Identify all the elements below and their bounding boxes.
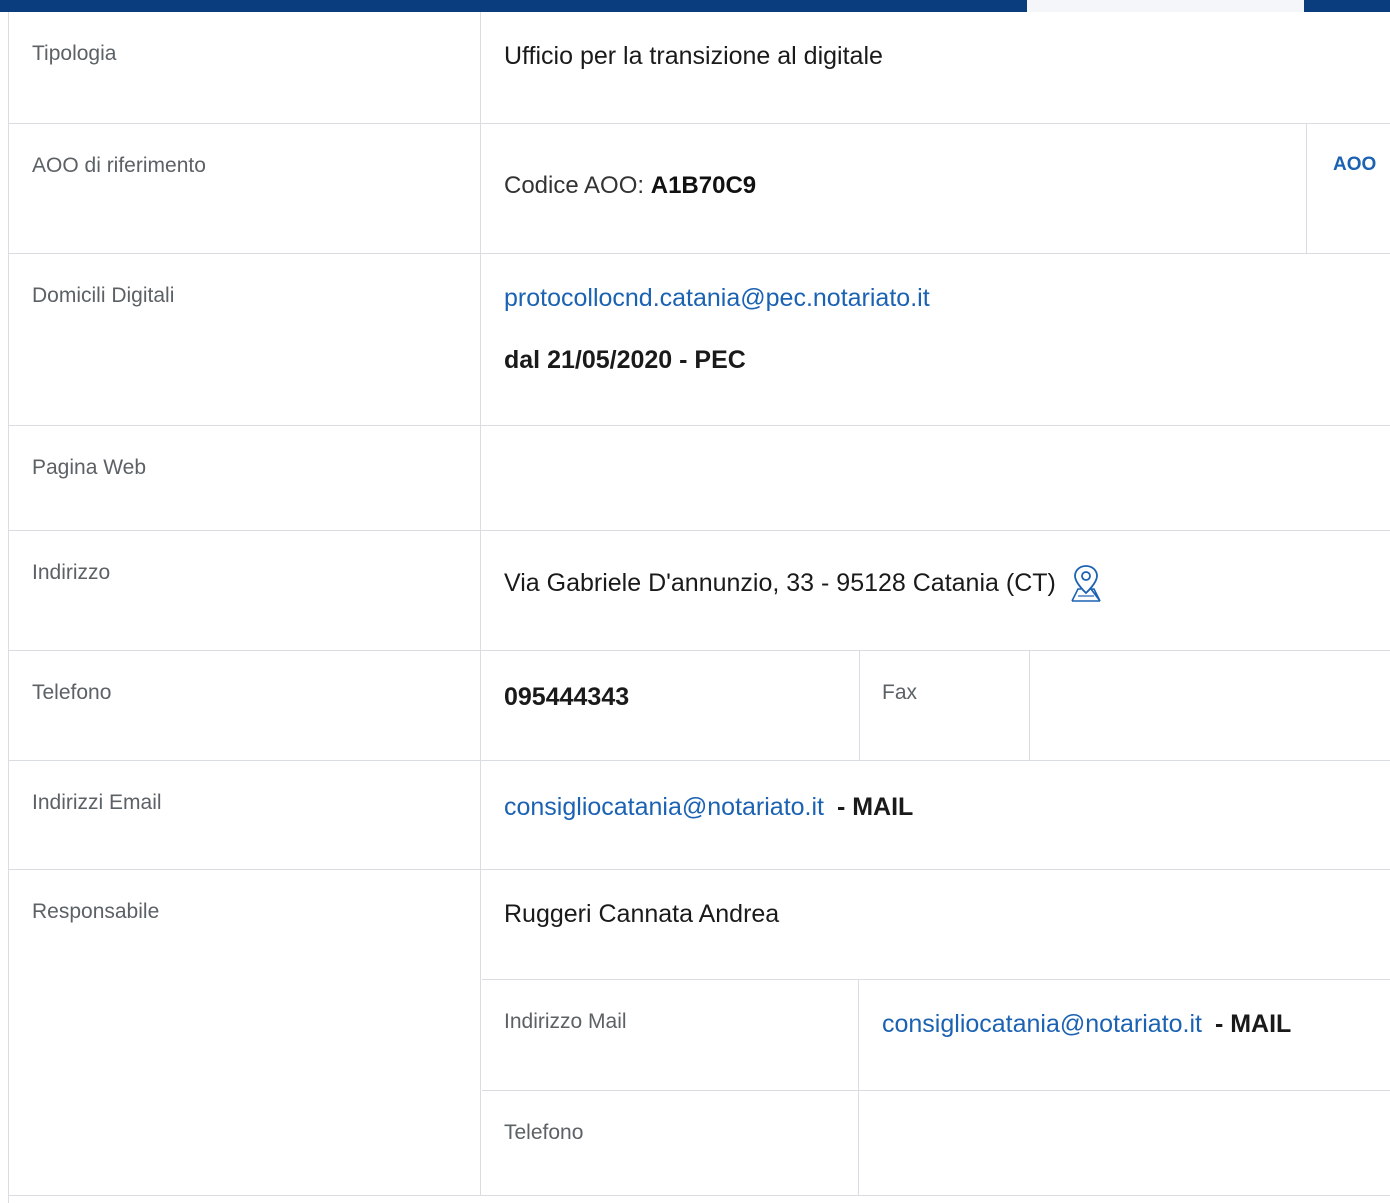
indirizzo-label: Indirizzo [9, 531, 481, 650]
row-telefono: Telefono 095444343 Fax [9, 651, 1390, 761]
responsabile-phone-row: Telefono [482, 1091, 1390, 1196]
details-table: Tipologia Ufficio per la transizione al … [8, 12, 1390, 1203]
pagina-web-label: Pagina Web [9, 426, 481, 530]
telefono-value-cell: 095444343 Fax [482, 651, 1390, 760]
aoo-label: AOO di riferimento [9, 124, 481, 253]
aoo-side-cell: AOO [1306, 124, 1390, 253]
row-indirizzo: Indirizzo Via Gabriele D'annunzio, 33 - … [9, 531, 1390, 651]
email-type: - MAIL [830, 793, 914, 821]
domicili-label: Domicili Digitali [9, 254, 481, 425]
top-tab-bar [0, 0, 1390, 12]
aoo-value-cell: Codice AOO: A1B70C9 AOO [482, 124, 1390, 253]
indirizzo-value-cell: Via Gabriele D'annunzio, 33 - 95128 Cata… [482, 531, 1390, 650]
row-aoo: AOO di riferimento Codice AOO: A1B70C9 A… [9, 124, 1390, 254]
responsabile-mail-value: consigliocatania@notariato.it - MAIL [860, 980, 1390, 1090]
fax-label: Fax [859, 651, 1030, 760]
row-pagina-web: Pagina Web [9, 426, 1390, 531]
responsabile-phone-value [860, 1091, 1390, 1196]
aoo-code: Codice AOO: A1B70C9 [504, 172, 756, 200]
pec-link[interactable]: protocollocnd.catania@pec.notariato.it [504, 284, 930, 313]
responsabile-value-cell: Ruggeri Cannata Andrea Indirizzo Mail co… [482, 870, 1390, 1196]
email-value-cell: consigliocatania@notariato.it - MAIL [482, 761, 1390, 869]
map-pin-icon[interactable] [1068, 563, 1104, 603]
email-label: Indirizzi Email [9, 761, 481, 869]
responsabile-name: Ruggeri Cannata Andrea [482, 870, 1390, 980]
email-line: consigliocatania@notariato.it - MAIL [504, 793, 913, 822]
responsabile-mail-row: Indirizzo Mail consigliocatania@notariat… [482, 980, 1390, 1091]
pagina-web-value [482, 426, 1390, 530]
aoo-link[interactable]: AOO [1333, 154, 1376, 176]
tipologia-label: Tipologia [9, 12, 481, 123]
pec-since: dal 21/05/2020 - PEC [504, 346, 746, 374]
aoo-code-prefix: Codice AOO: [504, 172, 651, 199]
row-tipologia: Tipologia Ufficio per la transizione al … [9, 12, 1390, 124]
row-domicili: Domicili Digitali protocollocnd.catania@… [9, 254, 1390, 426]
address-line: Via Gabriele D'annunzio, 33 - 95128 Cata… [504, 563, 1104, 603]
responsabile-phone-label: Telefono [482, 1091, 859, 1196]
row-email: Indirizzi Email consigliocatania@notaria… [9, 761, 1390, 870]
responsabile-mail-link[interactable]: consigliocatania@notariato.it [882, 1010, 1202, 1038]
tipologia-value: Ufficio per la transizione al digitale [504, 42, 883, 70]
responsabile-mail-label: Indirizzo Mail [482, 980, 859, 1090]
aoo-code-value: A1B70C9 [650, 172, 757, 199]
row-responsabile: Responsabile Ruggeri Cannata Andrea Indi… [9, 870, 1390, 1196]
telefono-value: 095444343 [504, 683, 630, 711]
domicili-value-cell: protocollocnd.catania@pec.notariato.it d… [482, 254, 1390, 425]
responsabile-mail-type: - MAIL [1208, 1010, 1292, 1038]
responsabile-label: Responsabile [9, 870, 481, 1195]
email-link[interactable]: consigliocatania@notariato.it [504, 793, 824, 821]
address-text: Via Gabriele D'annunzio, 33 - 95128 Cata… [504, 568, 1056, 597]
telefono-label: Telefono [9, 651, 481, 760]
active-tab-indicator[interactable] [1027, 0, 1304, 12]
